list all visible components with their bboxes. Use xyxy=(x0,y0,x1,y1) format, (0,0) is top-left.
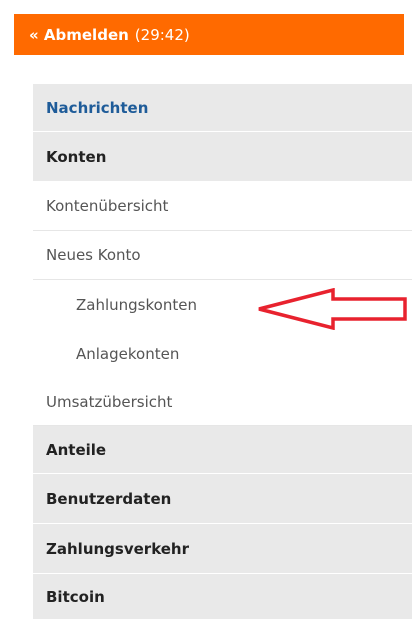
menu-item-konten[interactable]: Konten xyxy=(33,132,412,182)
menu-item-benutzerdaten[interactable]: Benutzerdaten xyxy=(33,474,412,524)
menu-item-zahlungsverkehr[interactable]: Zahlungsverkehr xyxy=(33,524,412,574)
menu-item-nachrichten[interactable]: Nachrichten xyxy=(33,84,412,132)
menu-item-neues-konto[interactable]: Neues Konto xyxy=(33,231,412,280)
red-arrow-pointer-icon xyxy=(258,288,407,330)
logout-label: « Abmelden xyxy=(29,25,129,44)
logout-button[interactable]: « Abmelden (29:42) xyxy=(14,14,404,55)
menu-item-anlagekonten[interactable]: Anlagekonten xyxy=(33,329,412,378)
menu-item-anteile[interactable]: Anteile xyxy=(33,426,412,474)
menu-item-umsatzuebersicht[interactable]: Umsatzübersicht xyxy=(33,378,412,426)
menu-item-kontenuebersicht[interactable]: Kontenübersicht xyxy=(33,182,412,231)
session-timer: (29:42) xyxy=(134,25,190,44)
sidebar-menu: Nachrichten Konten Kontenübersicht Neues… xyxy=(33,84,412,620)
menu-item-bitcoin[interactable]: Bitcoin xyxy=(33,574,412,620)
